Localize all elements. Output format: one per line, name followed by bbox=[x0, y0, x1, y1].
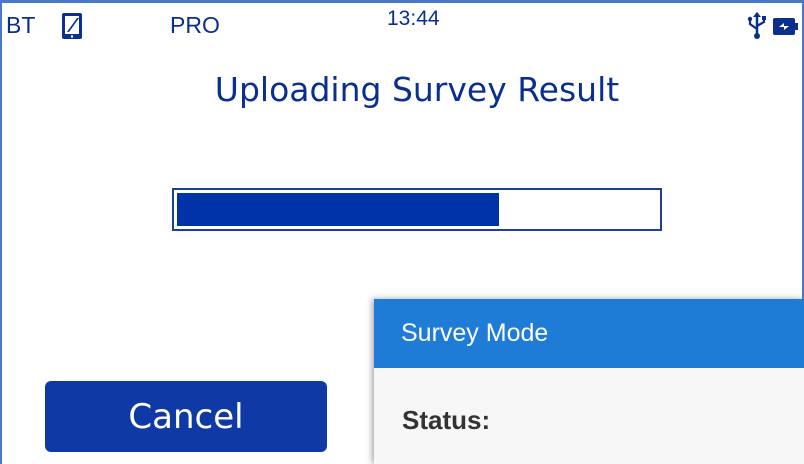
cancel-button[interactable]: Cancel bbox=[45, 381, 327, 452]
survey-mode-dialog: Survey Mode bbox=[374, 299, 804, 464]
battery-charging-icon bbox=[773, 18, 798, 35]
upload-screen: BT PRO 13:44 Uploading Survey Result Can… bbox=[0, 0, 804, 464]
upload-progress-bar bbox=[172, 188, 662, 231]
upload-progress-fill bbox=[177, 193, 499, 226]
page-title: Uploading Survey Result bbox=[214, 70, 620, 109]
bluetooth-label: BT bbox=[6, 12, 36, 38]
tablet-icon bbox=[62, 13, 82, 39]
mode-label: PRO bbox=[170, 12, 220, 38]
dialog-status-label: Status: bbox=[402, 405, 491, 435]
usb-icon bbox=[747, 12, 766, 39]
dialog-title: Survey Mode bbox=[374, 299, 804, 368]
clock-time: 13:44 bbox=[387, 7, 440, 30]
frame-top-border bbox=[0, 0, 804, 3]
